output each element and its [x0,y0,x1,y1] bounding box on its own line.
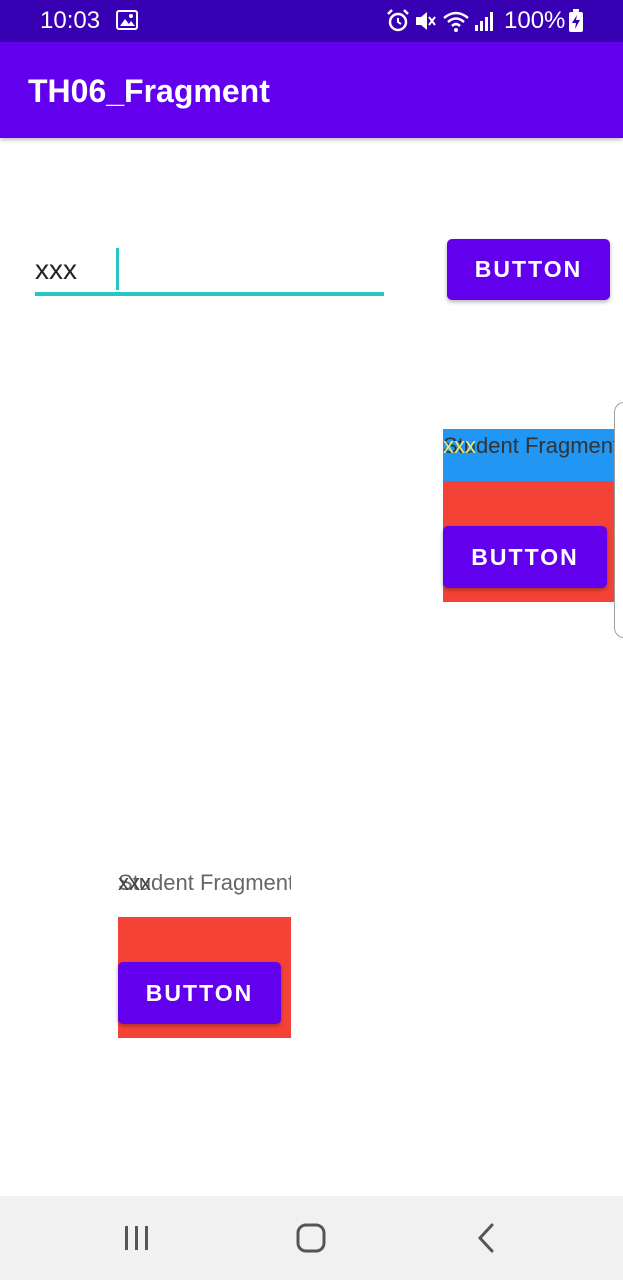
text-input-value: xxx [35,254,77,285]
navigation-bar [0,1196,623,1280]
student-fragment-right: Student Fragment xxx BUTTON [443,429,615,602]
app-title: TH06_Fragment [28,73,270,109]
recents-button[interactable] [107,1216,167,1260]
back-button[interactable] [456,1216,516,1260]
signal-icon [475,12,493,31]
mute-icon [416,12,436,30]
fragment-value-text: xxx [443,433,476,458]
image-icon [116,10,138,30]
wifi-icon [443,11,469,32]
fragment-button[interactable]: BUTTON [118,962,281,1024]
back-icon [477,1223,494,1253]
alarm-icon [387,9,409,32]
edge-panel-handle[interactable] [614,402,623,638]
battery-charging-icon [569,9,583,32]
battery-percent: 100% [504,7,566,34]
student-fragment-bottom: Student Fragment xxx BUTTON [118,868,291,1038]
fragment-button[interactable]: BUTTON [443,526,607,588]
main-button[interactable]: BUTTON [447,239,610,300]
fragment-value-text: xxx [118,870,151,895]
status-time: 10:03 [40,7,101,34]
home-icon [296,1223,326,1253]
text-input[interactable]: xxx [35,244,384,296]
text-cursor [116,248,119,290]
home-button[interactable] [281,1216,341,1260]
app-bar: TH06_Fragment [0,42,623,138]
status-bar: 10:03 100% [0,0,623,42]
recents-icon [125,1226,148,1250]
input-underline [35,292,384,296]
